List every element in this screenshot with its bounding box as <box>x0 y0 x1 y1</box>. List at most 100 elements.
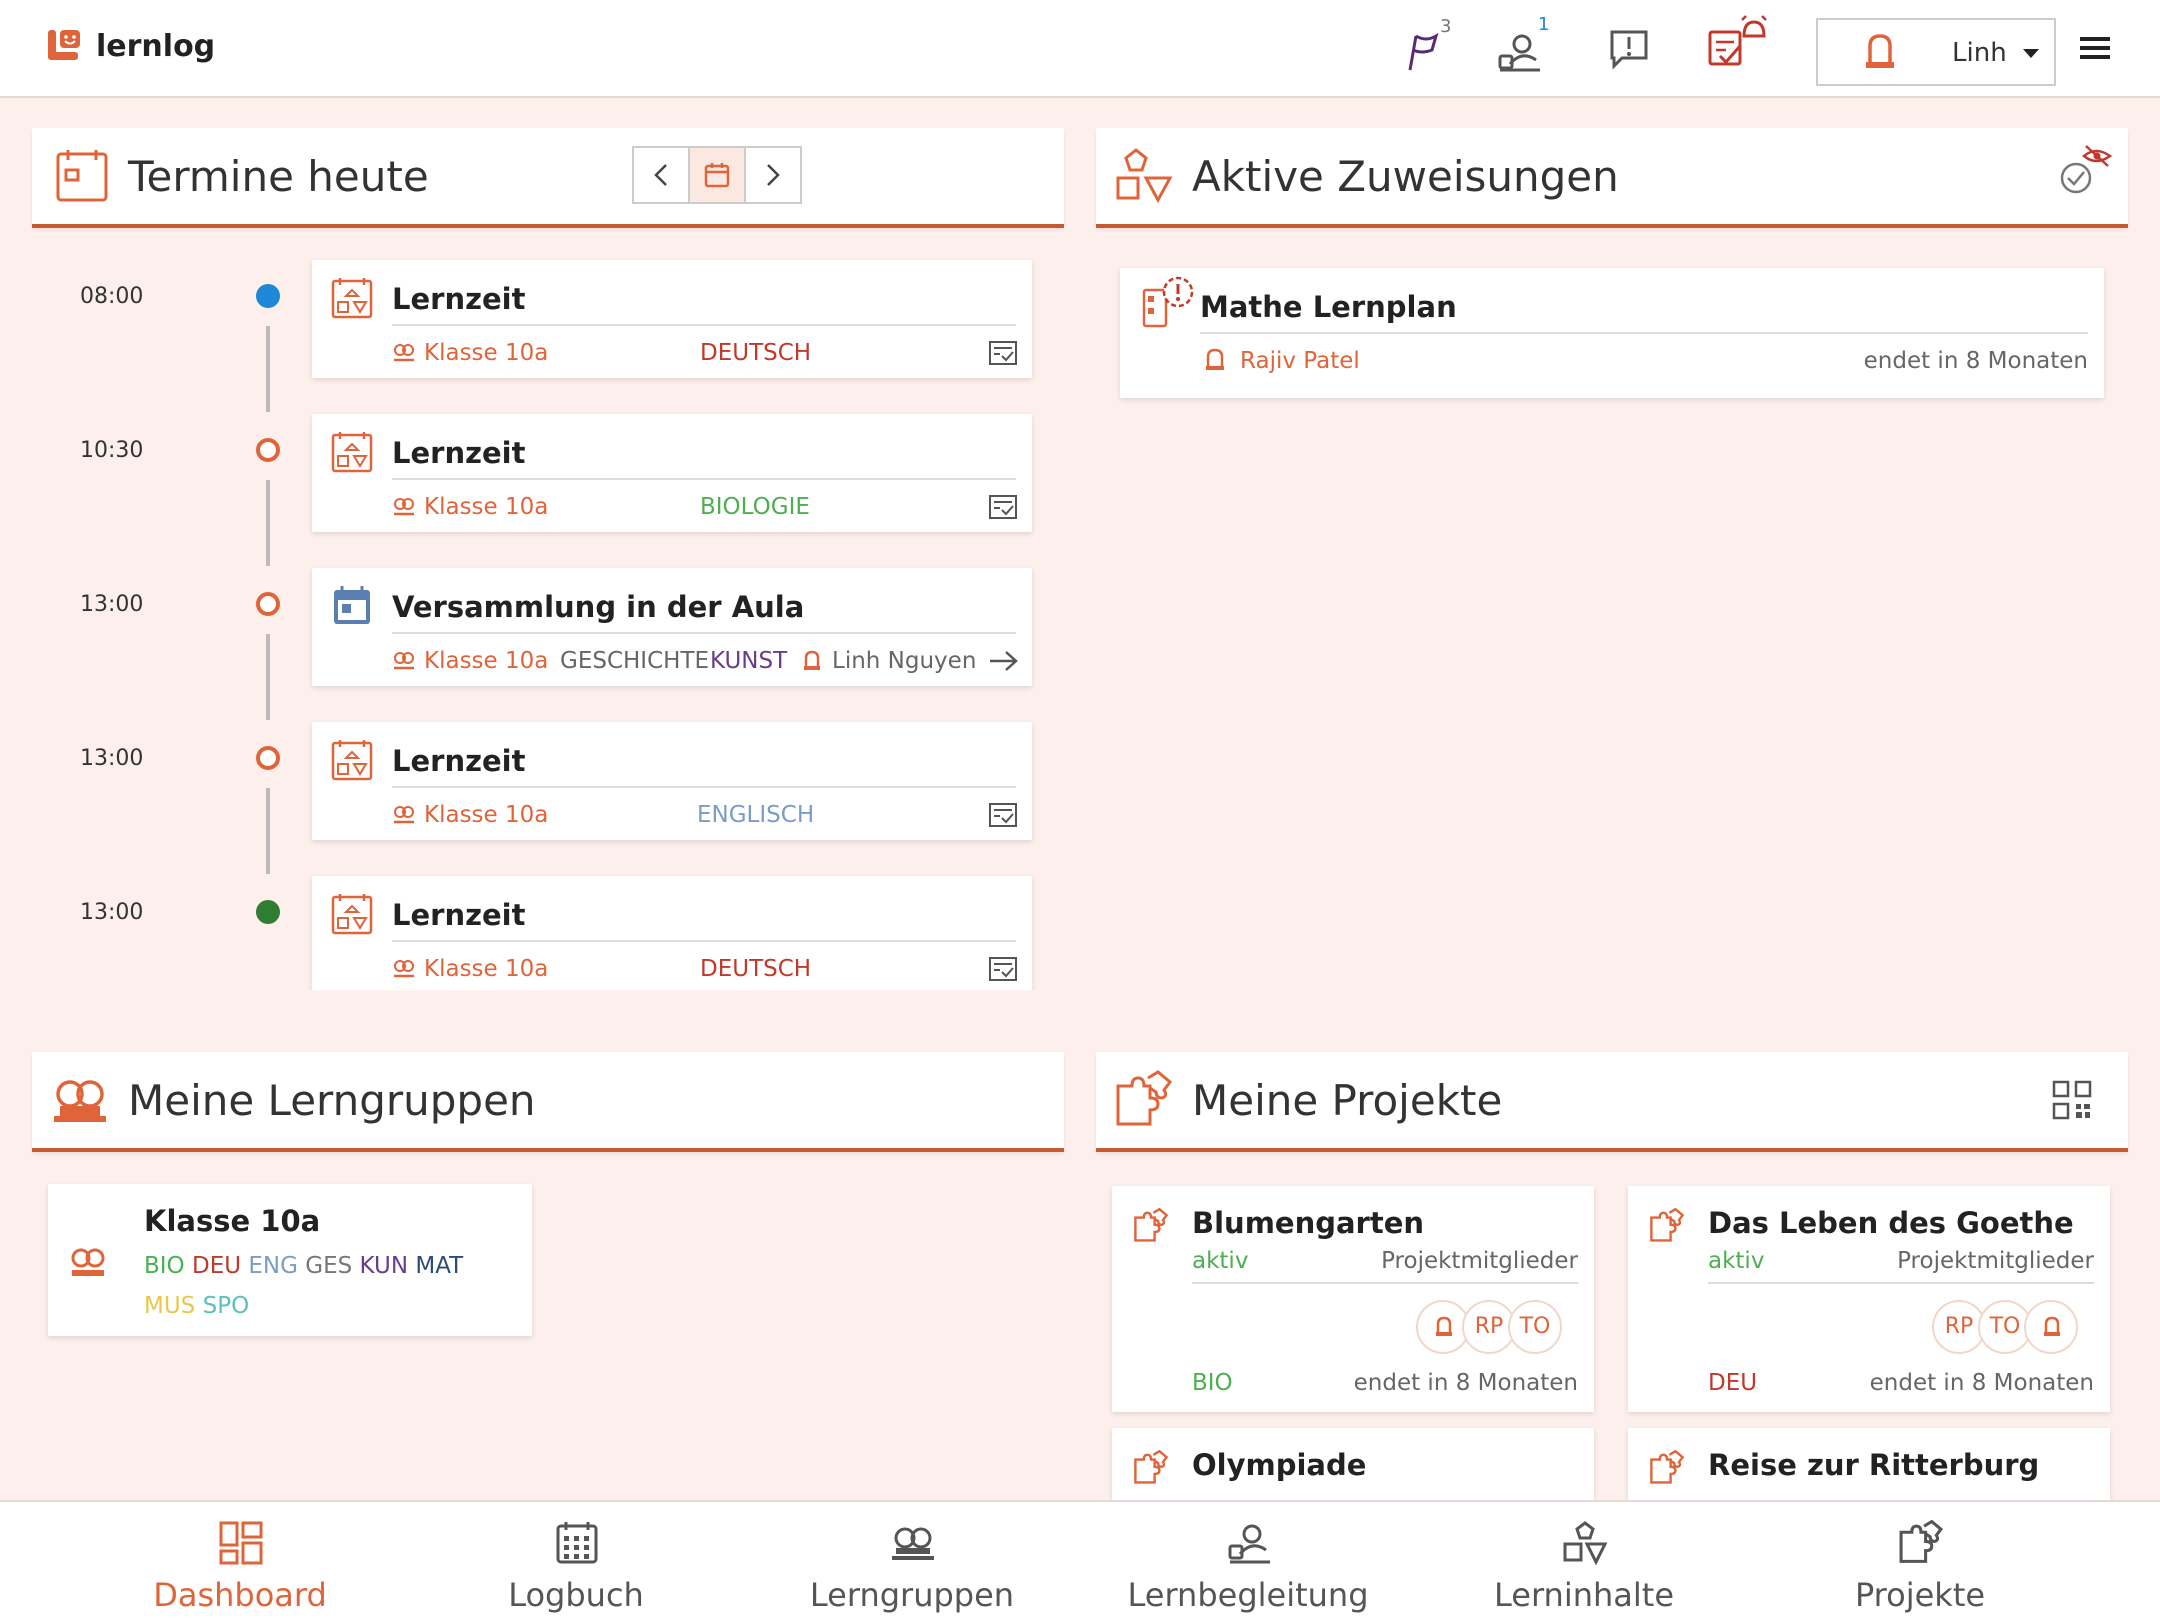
zuweisungen-title: Aktive Zuweisungen <box>1192 152 1619 201</box>
person-icon <box>2044 1316 2060 1336</box>
dashboard-icon <box>219 1521 263 1565</box>
message-alert-icon <box>1610 30 1648 70</box>
lernzeit-icon <box>331 278 373 319</box>
group-icon <box>892 1527 934 1560</box>
event-subject: GESCHICHTE <box>560 648 710 674</box>
calendar-today-icon <box>704 163 730 188</box>
timeline: 08:00 10:30 13:00 13:00 13:00 Lernzeit K… <box>0 230 1064 990</box>
event-subject: ENGLISCH <box>697 802 815 828</box>
support-button[interactable]: 1 <box>1496 14 1552 76</box>
divider <box>392 478 1016 480</box>
lernlog-logo-icon <box>48 30 80 60</box>
group-subjects: BIO DEU ENG GES KUN MAT MUS SPO <box>144 1246 504 1326</box>
divider <box>392 324 1016 326</box>
divider <box>392 632 1016 634</box>
puzzle-icon <box>1116 1070 1173 1126</box>
lernzeit-icon <box>331 894 373 935</box>
project-status: aktiv <box>1708 1248 1765 1274</box>
lernzeit-icon <box>331 432 373 473</box>
timeline-dot <box>256 284 280 308</box>
next-day-button[interactable] <box>746 148 800 202</box>
hamburger-menu-icon[interactable] <box>2080 36 2110 60</box>
event-card[interactable]: Versammlung in der Aula Klasse 10a GESCH… <box>312 568 1032 686</box>
event-group[interactable]: Klasse 10a <box>424 494 548 520</box>
timeline-connector <box>266 634 270 720</box>
checklist-icon[interactable] <box>988 956 1018 982</box>
qr-code-icon[interactable] <box>2052 1080 2092 1120</box>
tasks-alarm-button[interactable] <box>1706 15 1767 76</box>
event-group[interactable]: Klasse 10a <box>424 648 548 674</box>
event-card[interactable]: Lernzeit Klasse 10a BIOLOGIE <box>312 414 1032 532</box>
nav-label: Logbuch <box>508 1576 644 1614</box>
event-title: Lernzeit <box>392 436 526 470</box>
project-card[interactable]: Reise zur Ritterburg <box>1628 1428 2110 1500</box>
calendar-event-icon <box>334 586 370 624</box>
event-person[interactable]: Linh Nguyen <box>832 648 976 674</box>
group-icon <box>394 960 414 978</box>
project-card[interactable]: Das Leben des Goethe aktiv Projektmitgli… <box>1628 1186 2110 1412</box>
messages-button[interactable] <box>1608 24 1664 76</box>
member-avatar[interactable] <box>2024 1300 2078 1354</box>
event-card[interactable]: Lernzeit Klasse 10a ENGLISCH <box>312 722 1032 840</box>
shapes-icon <box>1563 1521 1608 1566</box>
checklist-icon[interactable] <box>988 802 1018 828</box>
nav-logbuch[interactable]: Logbuch <box>408 1502 744 1620</box>
projects-grid: Blumengarten aktiv Projektmitglieder RP … <box>1096 1156 2136 1500</box>
group-icon <box>394 498 414 516</box>
nav-lerngruppen[interactable]: Lerngruppen <box>744 1502 1080 1620</box>
puzzle-icon <box>1650 1450 1685 1484</box>
timeline-connector <box>266 480 270 566</box>
group-card[interactable]: Klasse 10a BIO DEU ENG GES KUN MAT MUS S… <box>48 1184 532 1336</box>
project-subject: BIO <box>1192 1370 1233 1396</box>
event-time: 10:30 <box>80 438 144 463</box>
event-card[interactable]: Lernzeit Klasse 10a DEUTSCH <box>312 876 1032 990</box>
user-name: Linh <box>1952 38 2007 68</box>
member-avatars: RP TO <box>1416 1300 1572 1354</box>
member-avatar[interactable]: TO <box>1508 1300 1562 1354</box>
event-group[interactable]: Klasse 10a <box>424 802 548 828</box>
project-card[interactable]: Blumengarten aktiv Projektmitglieder RP … <box>1112 1186 1594 1412</box>
assignment-title: Mathe Lernplan <box>1200 290 1457 324</box>
event-time: 13:00 <box>80 592 144 617</box>
today-button[interactable] <box>690 148 746 202</box>
nav-lernbegleitung[interactable]: Lernbegleitung <box>1080 1502 1416 1620</box>
event-time: 08:00 <box>80 284 144 309</box>
divider <box>1708 1282 2094 1284</box>
nav-label: Projekte <box>1854 1576 1986 1614</box>
prev-day-button[interactable] <box>634 148 690 202</box>
nav-dashboard[interactable]: Dashboard <box>72 1502 408 1620</box>
top-bar: lernlog 3 1 Linh <box>0 0 2160 98</box>
checklist-icon[interactable] <box>988 494 1018 520</box>
puzzle-icon <box>1899 1520 1944 1563</box>
logbook-calendar-icon <box>556 1522 598 1564</box>
event-group[interactable]: Klasse 10a <box>424 956 548 982</box>
project-members-label: Projektmitglieder <box>1381 1248 1578 1274</box>
hide-completed-icon[interactable] <box>2058 144 2114 196</box>
lerngruppen-panel-header: Meine Lerngruppen <box>32 1052 1064 1152</box>
event-card[interactable]: Lernzeit Klasse 10a DEUTSCH <box>312 260 1032 378</box>
assignment-person[interactable]: Rajiv Patel <box>1240 348 1360 374</box>
shapes-icon <box>1116 148 1173 204</box>
chevron-left-icon <box>654 164 667 186</box>
nav-projekte[interactable]: Projekte <box>1752 1502 2088 1620</box>
user-menu-select[interactable]: Linh <box>1816 18 2056 86</box>
person-icon <box>1436 1316 1452 1336</box>
timeline-connector <box>266 788 270 874</box>
flags-button[interactable]: 3 <box>1404 16 1460 76</box>
event-title: Lernzeit <box>392 282 526 316</box>
project-card[interactable]: Olympiade <box>1112 1428 1594 1500</box>
subject-tag: SPO <box>202 1293 250 1319</box>
checklist-icon[interactable] <box>988 340 1018 366</box>
support-person-icon <box>1498 34 1540 72</box>
assignment-card[interactable]: Mathe Lernplan Rajiv Patel endet in 8 Mo… <box>1120 268 2104 398</box>
timeline-dot <box>256 746 280 770</box>
project-status: aktiv <box>1192 1248 1249 1274</box>
app-logo[interactable]: lernlog <box>46 28 215 64</box>
nav-lerninhalte[interactable]: Lerninhalte <box>1416 1502 1752 1620</box>
assignment-alert-icon <box>1142 276 1194 328</box>
event-group[interactable]: Klasse 10a <box>424 340 548 366</box>
project-title: Blumengarten <box>1192 1206 1425 1240</box>
termine-title: Termine heute <box>128 152 429 201</box>
event-subject: DEUTSCH <box>700 340 812 366</box>
arrow-right-icon[interactable] <box>988 650 1020 672</box>
